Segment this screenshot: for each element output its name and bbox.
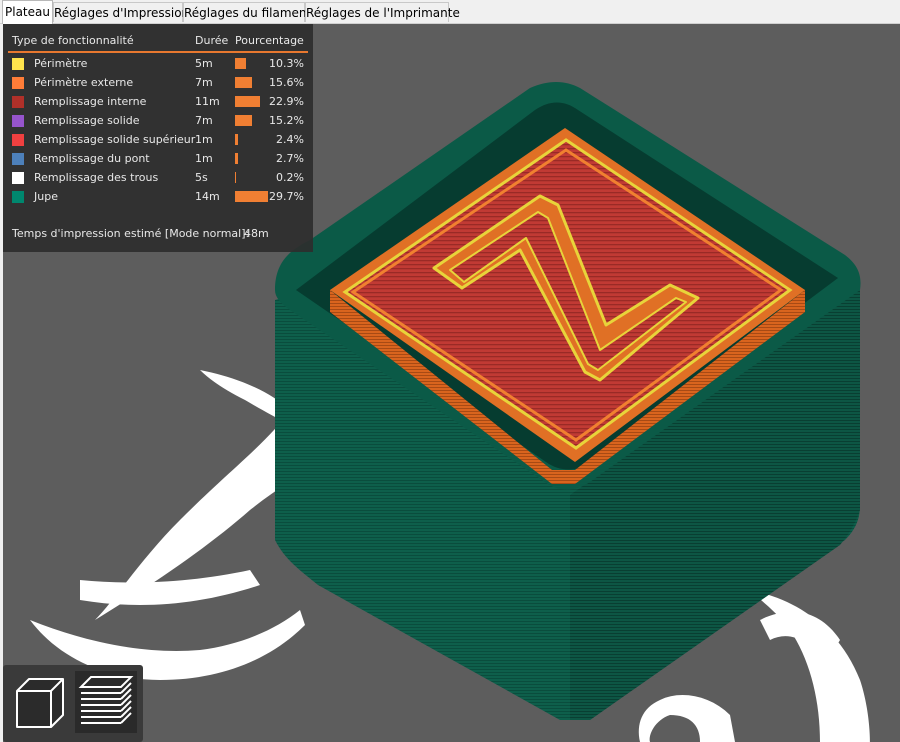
legend-percent: 10.3% <box>269 57 304 70</box>
legend-feature-name: Remplissage solide supérieur <box>34 133 196 146</box>
legend-percent: 15.6% <box>269 76 304 89</box>
legend-duration: 11m <box>195 95 220 108</box>
legend-color-swatch <box>12 191 24 203</box>
legend-duration: 1m <box>195 152 213 165</box>
legend-row: Remplissage du pont 1m 2.7% <box>3 152 313 171</box>
legend-color-swatch <box>12 115 24 127</box>
legend-row: Remplissage interne 11m 22.9% <box>3 95 313 114</box>
cube-3d-view-icon <box>16 678 64 728</box>
legend-duration: 7m <box>195 114 213 127</box>
legend-header-duration: Durée <box>195 34 229 47</box>
legend-row: Périmètre externe 7m 15.6% <box>3 76 313 95</box>
legend-percent: 29.7% <box>269 190 304 203</box>
legend-row: Périmètre 5m 10.3% <box>3 57 313 76</box>
legend-feature-name: Remplissage interne <box>34 95 147 108</box>
legend-row: Remplissage solide 7m 15.2% <box>3 114 313 133</box>
tab-filament-settings[interactable]: Réglages du filament <box>183 2 311 22</box>
tab-bar: Plateau Réglages d'Impression Réglages d… <box>0 0 900 24</box>
legend-color-swatch <box>12 134 24 146</box>
legend-percent: 2.7% <box>276 152 304 165</box>
tab-print-settings[interactable]: Réglages d'Impression <box>53 2 189 22</box>
feature-legend-panel: Type de fonctionnalité Durée Pourcentage… <box>3 24 313 252</box>
3d-view-button[interactable] <box>9 671 71 733</box>
view-mode-toggle <box>3 665 143 742</box>
legend-percent-bar <box>235 58 246 69</box>
print-time-estimate-value: 48m <box>244 227 269 240</box>
legend-header-percent: Pourcentage <box>235 34 304 47</box>
legend-percent: 22.9% <box>269 95 304 108</box>
legend-color-swatch <box>12 153 24 165</box>
legend-color-swatch <box>12 96 24 108</box>
legend-feature-name: Remplissage des trous <box>34 171 159 184</box>
legend-feature-name: Périmètre externe <box>34 76 134 89</box>
legend-percent-bar <box>235 172 236 183</box>
legend-percent-bar <box>235 115 252 126</box>
legend-color-swatch <box>12 172 24 184</box>
legend-row: Jupe 14m 29.7% <box>3 190 313 209</box>
legend-divider <box>8 51 308 53</box>
layers-preview-button[interactable] <box>75 671 137 733</box>
legend-header-type: Type de fonctionnalité <box>12 34 134 47</box>
tab-plateau[interactable]: Plateau <box>2 0 53 24</box>
layers-preview-icon <box>78 676 134 724</box>
legend-color-swatch <box>12 58 24 70</box>
legend-duration: 1m <box>195 133 213 146</box>
legend-feature-name: Périmètre <box>34 57 88 70</box>
legend-feature-name: Jupe <box>34 190 58 203</box>
legend-percent-bar <box>235 153 238 164</box>
legend-row: Remplissage solide supérieur 1m 2.4% <box>3 133 313 152</box>
legend-feature-name: Remplissage solide <box>34 114 140 127</box>
legend-percent: 0.2% <box>276 171 304 184</box>
legend-percent-bar <box>235 77 252 88</box>
legend-percent: 2.4% <box>276 133 304 146</box>
legend-duration: 5s <box>195 171 208 184</box>
legend-row: Remplissage des trous 5s 0.2% <box>3 171 313 190</box>
legend-duration: 7m <box>195 76 213 89</box>
tab-printer-settings[interactable]: Réglages de l'Imprimante <box>305 2 460 22</box>
legend-color-swatch <box>12 77 24 89</box>
print-time-estimate-label: Temps d'impression estimé [Mode normal]: <box>12 227 250 240</box>
legend-percent: 15.2% <box>269 114 304 127</box>
legend-duration: 14m <box>195 190 220 203</box>
legend-duration: 5m <box>195 57 213 70</box>
legend-feature-name: Remplissage du pont <box>34 152 150 165</box>
legend-percent-bar <box>235 96 260 107</box>
legend-percent-bar <box>235 134 238 145</box>
